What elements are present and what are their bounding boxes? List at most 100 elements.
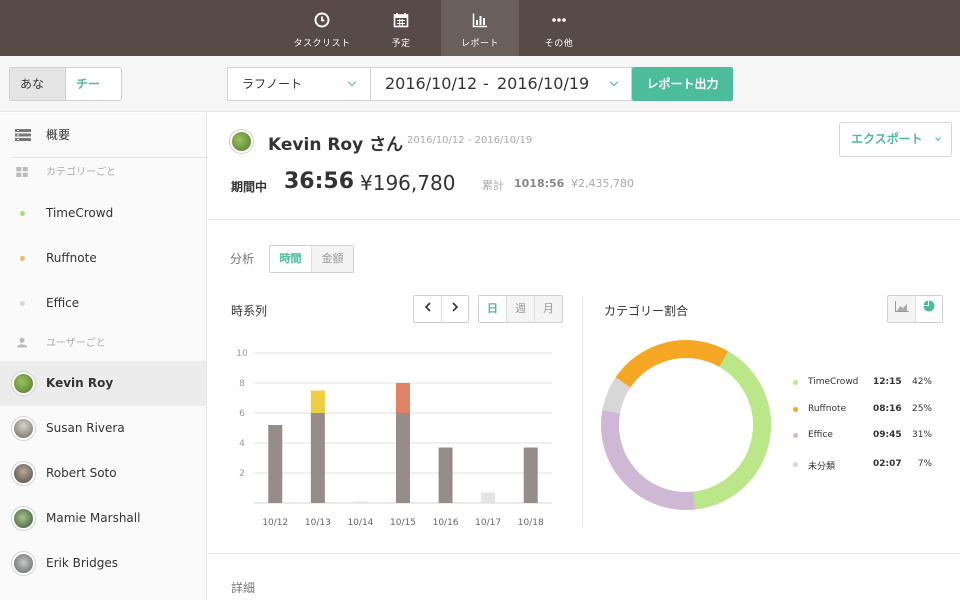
chart-type-toggle — [887, 295, 943, 323]
scope-toggle: あなた チーム — [9, 67, 122, 101]
bar — [268, 425, 283, 503]
legend-time: 08:16 — [873, 404, 902, 414]
analysis-mode-toggle: 時間 金額 — [269, 245, 354, 273]
report-panel: Kevin Roy さん 2016/10/12 - 2016/10/19 エクス… — [208, 113, 960, 600]
chevron-left-icon — [424, 302, 431, 312]
granularity-month-button[interactable]: 月 — [535, 296, 562, 322]
report-output-button[interactable]: レポート出力 — [632, 67, 733, 101]
bar — [396, 383, 410, 413]
legend-dot — [793, 407, 798, 412]
sidebar-item-ruffnote[interactable]: Ruffnote — [0, 236, 206, 281]
sidebar: 概要 カテゴリーごと TimeCrowd Ruffnote Effice ユーザ… — [0, 113, 207, 600]
donut-slice — [601, 410, 696, 510]
legend-percent: 42% — [911, 377, 932, 387]
avatar — [230, 130, 253, 153]
analysis-label: 分析 — [230, 252, 255, 266]
x-tick-label: 10/16 — [433, 518, 459, 528]
report-date-range: 2016/10/12 - 2016/10/19 — [407, 135, 533, 146]
divider — [582, 296, 583, 526]
bar — [353, 501, 368, 503]
sidebar-item-label: Susan Rivera — [46, 421, 125, 435]
bar — [438, 447, 453, 503]
nav-tasklist[interactable]: タスクリスト — [283, 0, 361, 56]
date-to: 2016/10/19 — [497, 74, 590, 93]
legend-dot — [793, 433, 798, 438]
category-ratio-title: カテゴリー割合 — [604, 304, 689, 318]
sidebar-item-label: Effice — [46, 296, 80, 310]
granularity-week-button[interactable]: 週 — [507, 296, 535, 322]
legend-label: TimeCrowd — [808, 377, 859, 387]
grid-icon — [16, 167, 28, 177]
project-select-value: ラフノート — [242, 77, 303, 91]
avatar — [12, 372, 35, 395]
sidebar-heading-category: カテゴリーごと — [0, 150, 206, 195]
total-time: 1018:56 — [514, 177, 565, 190]
granularity-toggle: 日 週 月 — [478, 295, 563, 323]
chevron-down-icon — [609, 77, 619, 87]
legend-percent: 7% — [917, 459, 932, 469]
prev-button[interactable] — [414, 296, 442, 322]
sidebar-item-robert-soto[interactable]: Robert Soto — [0, 451, 206, 496]
next-button[interactable] — [442, 296, 468, 322]
list-icon — [15, 129, 31, 141]
y-tick-label: 6 — [239, 409, 245, 419]
legend-label: Effice — [808, 430, 833, 440]
divider — [208, 219, 960, 220]
legend-dot — [793, 380, 798, 385]
donut-slice — [615, 340, 729, 388]
mode-amount-button[interactable]: 金額 — [312, 246, 353, 272]
date-from: 2016/10/12 — [385, 74, 478, 93]
scope-team-button[interactable]: チーム — [65, 68, 121, 100]
detail-label: 詳細 — [231, 581, 256, 595]
bar — [396, 413, 410, 503]
pie-chart-button[interactable] — [916, 296, 942, 322]
project-select[interactable]: ラフノート — [227, 67, 371, 101]
legend-percent: 31% — [911, 430, 932, 440]
donut-slice — [693, 351, 771, 510]
sidebar-item-timecrowd[interactable]: TimeCrowd — [0, 191, 206, 236]
avatar — [12, 462, 35, 485]
toolbar: あなた チーム ラフノート 2016/10/12 - 2016/10/19 レポ… — [0, 56, 960, 112]
period-label: 期間中 — [231, 180, 268, 194]
y-tick-label: 10 — [236, 349, 248, 359]
area-chart-button[interactable] — [888, 296, 916, 322]
legend-item-uncategorized: 未分類 02:07 7% — [790, 458, 938, 472]
sidebar-item-label: TimeCrowd — [46, 206, 114, 220]
x-tick-label: 10/17 — [475, 518, 501, 528]
sidebar-item-label: Mamie Marshall — [46, 511, 141, 525]
x-tick-label: 10/14 — [347, 518, 373, 528]
bar — [481, 492, 496, 503]
total-amount: ¥2,435,780 — [571, 177, 634, 190]
legend-item-timecrowd: TimeCrowd 12:15 42% — [790, 376, 938, 390]
sidebar-item-effice[interactable]: Effice — [0, 281, 206, 326]
divider — [208, 553, 960, 554]
sidebar-item-label: Kevin Roy — [46, 376, 114, 390]
sidebar-item-erik-bridges[interactable]: Erik Bridges — [0, 541, 206, 586]
sidebar-item-kevin-roy[interactable]: Kevin Roy — [0, 361, 206, 406]
export-label: エクスポート — [851, 132, 923, 146]
date-separator: - — [483, 74, 489, 93]
total-label: 累計 — [482, 179, 504, 192]
sidebar-item-mamie-marshall[interactable]: Mamie Marshall — [0, 496, 206, 541]
nav-schedule[interactable]: 予定 — [362, 0, 440, 56]
user-name: Kevin Roy さん — [268, 135, 404, 155]
period-time: 36:56 — [284, 169, 355, 194]
timeseries-bar-chart: 2 4 6 8 10 10/12 10/13 10/14 10/15 10/16 10/17 10/1… — [236, 349, 552, 528]
x-tick-label: 10/13 — [305, 518, 331, 528]
scope-you-button[interactable]: あなた — [10, 68, 65, 100]
chevron-down-icon — [347, 77, 357, 87]
y-tick-label: 4 — [239, 439, 245, 449]
sidebar-item-susan-rivera[interactable]: Susan Rivera — [0, 406, 206, 451]
mode-time-button[interactable]: 時間 — [270, 246, 312, 272]
export-button[interactable]: エクスポート — [839, 122, 952, 157]
chevron-down-icon — [935, 135, 941, 141]
granularity-day-button[interactable]: 日 — [479, 296, 507, 322]
date-range-select[interactable]: 2016/10/12 - 2016/10/19 — [370, 67, 632, 101]
legend-item-ruffnote: Ruffnote 08:16 25% — [790, 403, 938, 417]
sidebar-heading-user: ユーザーごと — [0, 321, 206, 366]
legend-label: Ruffnote — [808, 404, 847, 414]
nav-report[interactable]: レポート — [441, 0, 519, 56]
area-chart-icon — [894, 301, 909, 312]
sidebar-item-label: Ruffnote — [46, 251, 97, 265]
nav-other[interactable]: その他 — [520, 0, 598, 56]
